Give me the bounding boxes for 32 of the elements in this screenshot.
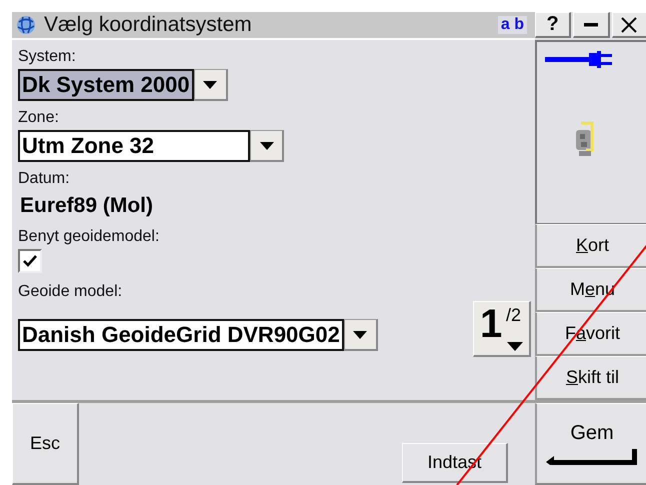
field-label: Zone: [18, 109, 59, 127]
field-label: Geoide model: [18, 283, 122, 301]
power-plug-icon [545, 50, 613, 70]
checkmark-icon [23, 255, 37, 267]
down-triangle-icon [353, 330, 368, 338]
close-button[interactable] [612, 12, 646, 38]
datum-value: Euref89 (Mol) [20, 194, 154, 218]
dropdown-field[interactable]: Danish GeoideGrid DVR90G02 [18, 319, 344, 351]
side-menu-button[interactable]: Skift til [535, 356, 646, 400]
dropdown-button[interactable] [194, 69, 228, 101]
save-button[interactable]: Gem [535, 403, 646, 485]
window-title: Vælg koordinatsystem [44, 13, 253, 37]
minimize-icon [584, 22, 598, 26]
help-button[interactable]: ? [535, 12, 572, 38]
globe-icon [14, 13, 38, 37]
side-menu-button[interactable]: Kort [535, 224, 646, 268]
dropdown-field[interactable]: Dk System 2000 [18, 69, 194, 101]
dropdown-button[interactable] [250, 130, 284, 162]
down-triangle-icon [260, 142, 274, 150]
dropdown-button[interactable] [344, 319, 378, 351]
field-label: Datum: [18, 170, 70, 188]
field-label: System: [18, 48, 76, 66]
down-triangle-icon [203, 80, 218, 88]
escape-button[interactable]: Esc [12, 403, 79, 485]
close-icon [621, 16, 638, 32]
enter-key-icon [546, 449, 638, 465]
checkbox[interactable] [18, 249, 42, 273]
dropdown-field[interactable]: Utm Zone 32 [18, 130, 250, 162]
input-mode-indicator[interactable]: a b [498, 16, 527, 34]
minimize-button[interactable] [573, 12, 610, 38]
field-label: Benyt geoidemodel: [18, 228, 160, 246]
down-triangle-icon [507, 342, 523, 351]
